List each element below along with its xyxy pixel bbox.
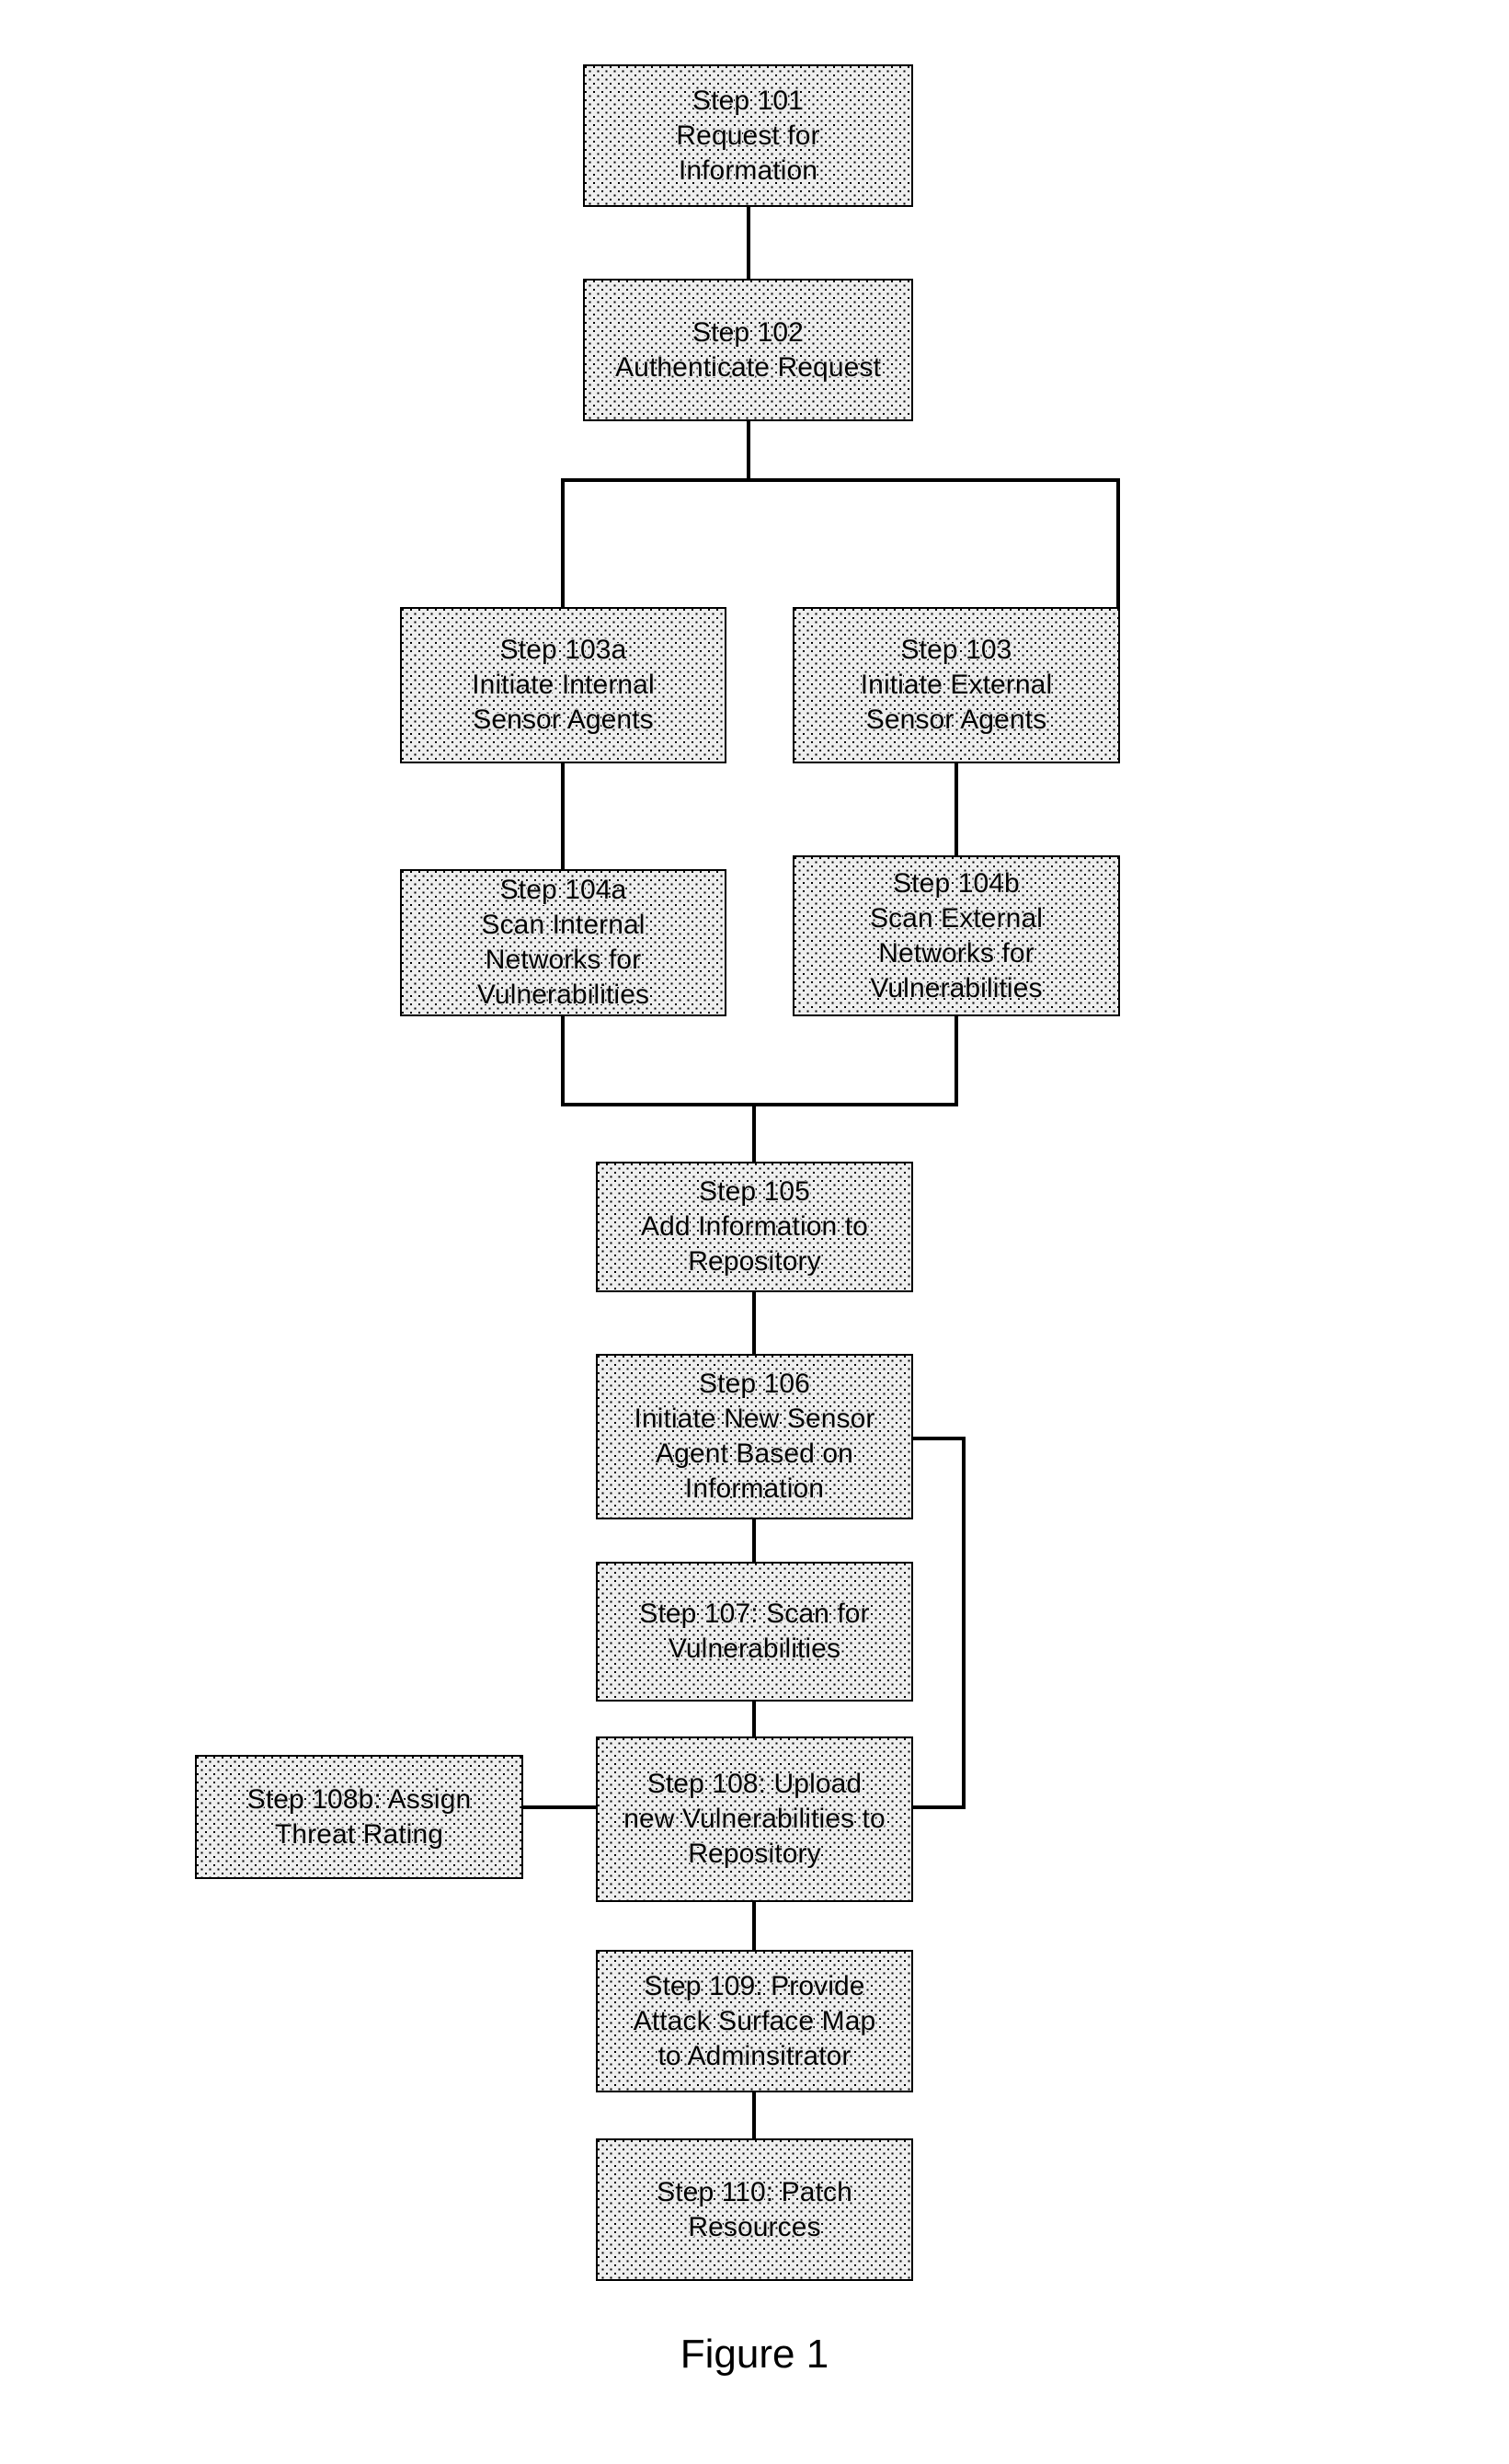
edge-merge-bus (561, 1103, 958, 1106)
node-step-103[interactable]: Step 103 Initiate External Sensor Agents (793, 607, 1120, 763)
node-label: Step 107: Scan for Vulnerabilities (639, 1599, 870, 1664)
edge-104b-drop (955, 1014, 958, 1106)
edge-107-to-108 (752, 1700, 756, 1738)
node-step-107[interactable]: Step 107: Scan for Vulnerabilities (596, 1562, 913, 1702)
node-label: Step 110: Patch Resources (657, 2176, 852, 2242)
edge-103-to-104b (955, 762, 958, 857)
node-label: Step 103 Initiate External Sensor Agents (860, 635, 1053, 735)
node-label: Step 108b: Assign Threat Rating (246, 1783, 472, 1850)
edge-102-stem (747, 419, 750, 480)
node-label: Step 108: Upload new Vulnerabilities to … (623, 1769, 886, 1869)
node-label: Step 104b Scan External Networks for Vul… (869, 867, 1044, 1003)
edge-feedback-riser (962, 1437, 966, 1809)
node-label: Step 105 Add Information to Repository (641, 1176, 868, 1277)
edge-108-to-109 (752, 1900, 756, 1952)
edge-split-right-drop (1116, 478, 1120, 609)
edge-split-bus (561, 478, 1120, 482)
node-step-106[interactable]: Step 106 Initiate New Sensor Agent Based… (596, 1354, 913, 1519)
node-step-104a[interactable]: Step 104a Scan Internal Networks for Vul… (400, 869, 726, 1016)
edge-105-to-106 (752, 1290, 756, 1356)
node-step-102[interactable]: Step 102 Authenticate Request (583, 279, 913, 421)
edge-split-left-entry (561, 605, 565, 609)
node-step-104b[interactable]: Step 104b Scan External Networks for Vul… (793, 855, 1120, 1016)
edge-merge-to-105 (752, 1103, 756, 1163)
node-label: Step 104a Scan Internal Networks for Vul… (476, 875, 650, 1010)
edge-106-to-107 (752, 1518, 756, 1564)
edge-split-left-drop (561, 478, 565, 609)
node-step-105[interactable]: Step 105 Add Information to Repository (596, 1162, 913, 1292)
edge-feedback-108-exit (911, 1805, 966, 1809)
node-step-108b[interactable]: Step 108b: Assign Threat Rating (195, 1755, 523, 1879)
edge-103a-to-104a (561, 762, 565, 871)
figure-caption: Figure 1 (680, 2332, 829, 2377)
edge-109-to-110 (752, 2091, 756, 2140)
node-step-110[interactable]: Step 110: Patch Resources (596, 2138, 913, 2281)
node-label: Step 102 Authenticate Request (615, 316, 881, 383)
node-label: Step 109: Provide Attack Surface Map to … (633, 1970, 876, 2071)
edge-101-to-102 (747, 205, 750, 281)
node-step-101[interactable]: Step 101 Request for Information (583, 64, 913, 207)
figure-canvas: Step 101 Request for Information Step 10… (0, 0, 1509, 2464)
edge-feedback-106-entry (911, 1437, 966, 1440)
edge-104a-drop (561, 1014, 565, 1106)
node-label: Step 106 Initiate New Sensor Agent Based… (634, 1369, 875, 1504)
node-step-103a[interactable]: Step 103a Initiate Internal Sensor Agent… (400, 607, 726, 763)
edge-108b-to-108 (521, 1805, 598, 1809)
node-label: Step 103a Initiate Internal Sensor Agent… (472, 635, 655, 735)
node-step-108[interactable]: Step 108: Upload new Vulnerabilities to … (596, 1736, 913, 1902)
node-step-109[interactable]: Step 109: Provide Attack Surface Map to … (596, 1950, 913, 2092)
node-label: Step 101 Request for Information (676, 85, 820, 186)
